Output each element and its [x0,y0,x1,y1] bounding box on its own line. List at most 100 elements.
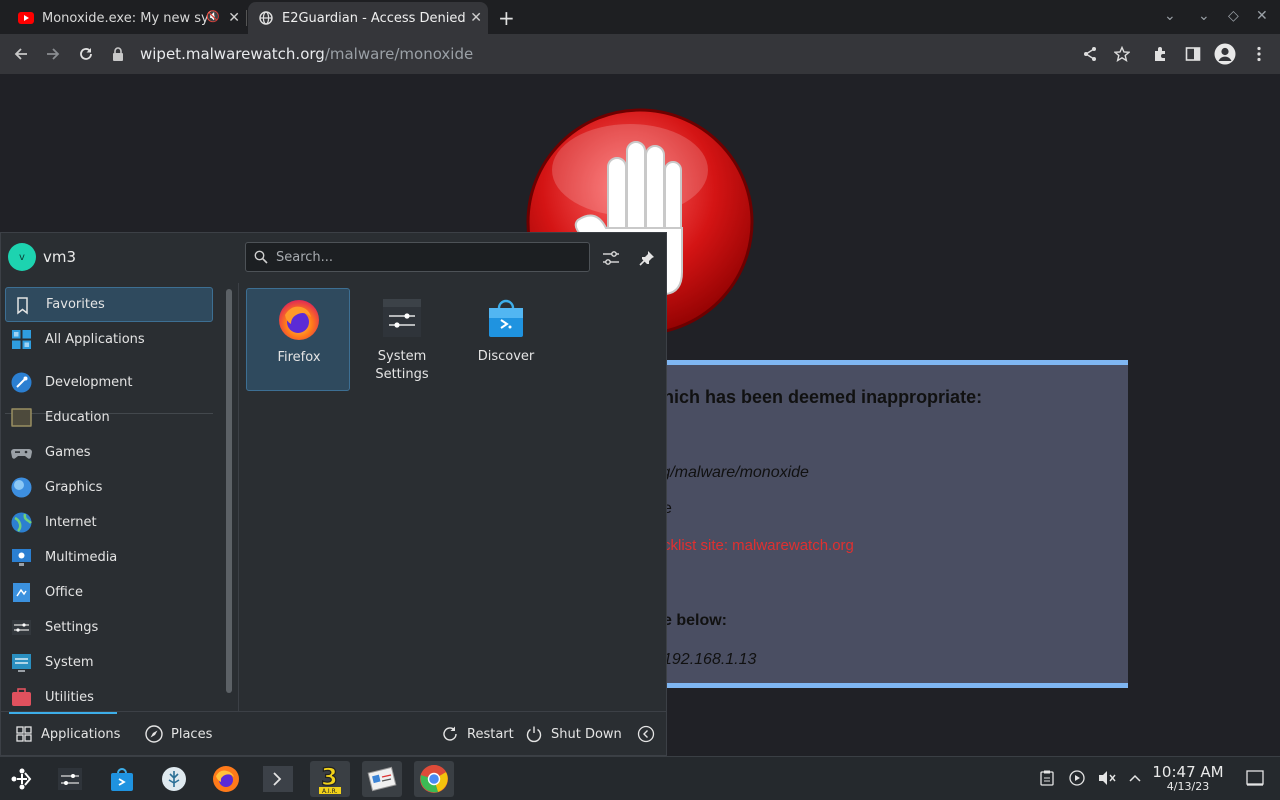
taskbar-id-card-app[interactable] [362,761,402,797]
tab-search-chevron-icon[interactable]: ⌄ [1164,8,1176,24]
taskbar-system-settings[interactable] [50,761,90,797]
app-system-settings[interactable]: System Settings [350,288,454,391]
app-firefox[interactable]: Firefox [246,288,350,391]
category-all-applications[interactable]: All Applications [5,322,213,357]
category-list: Favorites All Applications Development E… [1,285,223,711]
grid-icon [15,725,33,743]
share-button[interactable] [1079,43,1101,65]
category-office[interactable]: Office [5,575,213,610]
category-scrollbar[interactable] [226,289,232,693]
category-games[interactable]: Games [5,435,213,470]
profile-button[interactable] [1214,43,1236,65]
compass-icon [145,725,163,743]
minimize-chevron-icon[interactable]: ⌄ [1198,8,1210,24]
tab-close-icon[interactable]: ✕ [470,10,482,26]
category-utilities[interactable]: Utilities [5,680,213,711]
tab-access-denied[interactable]: E2Guardian - Access Denied ✕ [248,2,488,34]
category-label: Settings [45,620,99,635]
app-label: System Settings [375,349,429,382]
forward-button[interactable] [42,43,64,65]
maximize-diamond-icon[interactable]: ◇ [1228,8,1239,24]
office-icon [13,583,30,602]
pin-launcher-button[interactable] [635,246,659,270]
side-panel-button[interactable] [1182,43,1204,65]
category-development[interactable]: Development [5,365,213,400]
utilities-icon [12,688,31,706]
panel-divider [238,283,239,711]
firefox-icon [213,766,239,792]
application-launcher-button[interactable] [2,761,42,797]
category-label: Internet [45,515,97,530]
search-input[interactable] [276,249,576,265]
user-avatar[interactable]: v [8,243,36,271]
multimedia-icon [12,549,31,566]
discover-icon [489,299,523,337]
digital-clock[interactable]: 10:47 AM 4/13/23 [1150,763,1226,793]
bookmark-star-button[interactable] [1111,43,1133,65]
show-desktop-icon[interactable] [1246,769,1264,787]
restart-button[interactable]: Restart [441,722,514,746]
chrome-menu-button[interactable] [1248,43,1270,65]
taskbar-dolphin[interactable] [154,761,194,797]
clock-time: 10:47 AM [1152,763,1224,781]
extensions-button[interactable] [1150,43,1172,65]
category-graphics[interactable]: Graphics [5,470,213,505]
taskbar-konsole[interactable] [258,761,298,797]
user-name: vm3 [43,248,77,266]
restart-icon [441,725,459,743]
tab-title: E2Guardian - Access Denied [282,10,466,26]
taskbar-game-app[interactable]: 3 A.I.R. [310,761,350,797]
taskbar-discover[interactable] [102,761,142,797]
volume-muted-icon[interactable] [1098,769,1116,787]
app-label: Firefox [277,350,321,365]
development-icon [11,372,32,393]
lock-icon[interactable] [112,47,126,61]
configure-launcher-button[interactable] [599,246,623,270]
tab-close-icon[interactable]: ✕ [228,10,240,26]
category-education[interactable]: Education [5,400,213,435]
reload-icon [80,48,92,60]
launcher-search-box[interactable] [245,242,590,272]
system-settings-icon [383,299,421,337]
tray-expand-chevron-icon[interactable] [1126,769,1144,787]
media-player-icon[interactable] [1068,769,1086,787]
address-bar[interactable]: wipet.malwarewatch.org/malware/monoxide [112,39,1072,69]
tab-monoxide-video[interactable]: Monoxide.exe: My new sy 🔇 ✕ [8,2,246,34]
tab-separator [246,10,247,26]
category-internet[interactable]: Internet [5,505,213,540]
category-multimedia[interactable]: Multimedia [5,540,213,575]
chrome-icon [420,765,448,793]
education-icon [11,408,32,427]
category-favorites[interactable]: Favorites [5,287,213,322]
clock-date: 4/13/23 [1166,780,1210,793]
clipboard-icon[interactable] [1038,769,1056,787]
category-label: Games [45,445,91,460]
leave-menu-button[interactable] [637,722,663,746]
shutdown-label: Shut Down [551,726,622,742]
shutdown-button[interactable]: Shut Down [525,722,622,746]
tab-applications[interactable]: Applications [15,722,120,746]
steamdeck-logo-icon [11,768,32,790]
reload-button[interactable] [75,43,97,65]
browser-toolbar: wipet.malwarewatch.org/malware/monoxide [0,34,1280,74]
category-label: Office [45,585,83,600]
category-label: Education [45,410,110,425]
app-discover[interactable]: Discover [454,288,558,391]
tab-applications-label: Applications [41,726,121,742]
taskbar-chrome[interactable] [414,761,454,797]
globe-icon [258,10,274,26]
search-icon [254,250,268,264]
profile-avatar-icon [1214,43,1236,65]
tab-places[interactable]: Places [145,722,212,746]
kebab-menu-icon [1257,46,1261,62]
new-tab-button[interactable]: + [498,6,515,30]
window-close-icon[interactable]: ✕ [1256,8,1268,24]
globe-icon [11,512,32,533]
category-settings[interactable]: Settings [5,610,213,645]
taskbar-firefox[interactable] [206,761,246,797]
category-label: Multimedia [45,550,118,565]
category-system[interactable]: System [5,645,213,680]
power-icon [525,725,543,743]
tab-muted-icon[interactable]: 🔇 [206,10,220,23]
back-button[interactable] [10,43,32,65]
